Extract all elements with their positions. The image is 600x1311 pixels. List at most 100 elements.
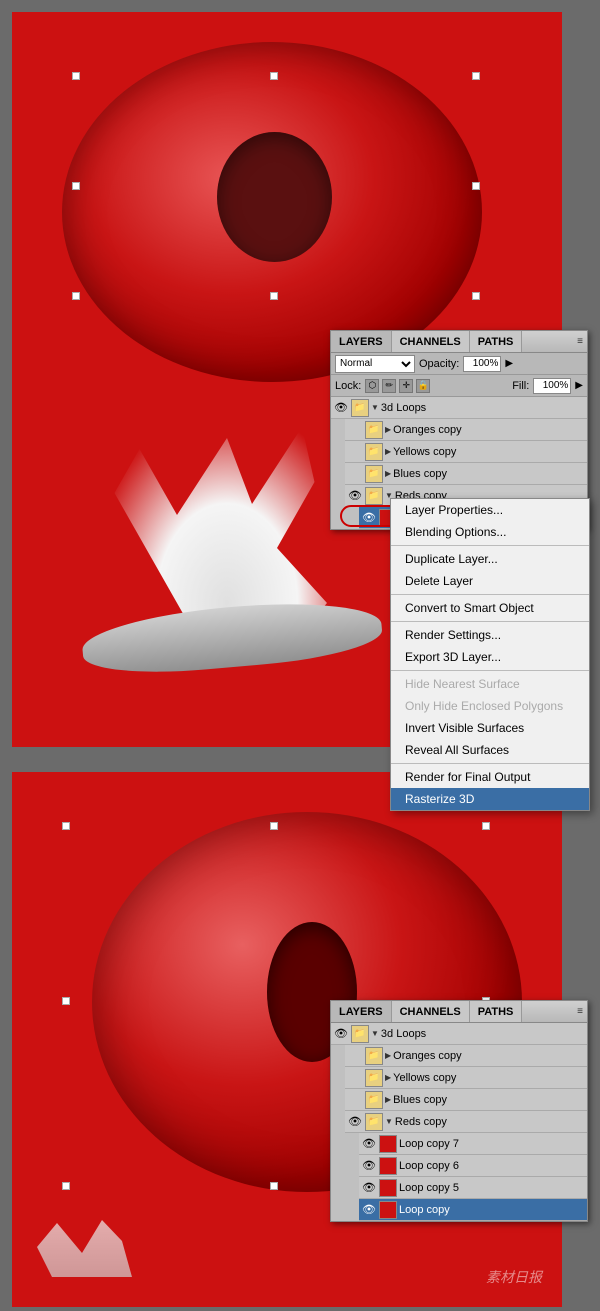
visibility-eye-icon[interactable]: 👁	[361, 1202, 377, 1218]
layers-list-bottom: 👁 📁 ▼ 3d Loops 📁 ▶ Oranges copy 📁 ▶ Yell…	[331, 1023, 587, 1221]
lock-transparent-icon[interactable]: ⬡	[365, 379, 379, 393]
layer-name: Yellows copy	[393, 1072, 587, 1084]
selection-handle[interactable]	[72, 292, 80, 300]
layer-row[interactable]: 📁 ▶ Yellows copy	[345, 1067, 587, 1089]
layer-name: Loop copy 5	[399, 1182, 587, 1194]
visibility-eye-icon[interactable]	[347, 1048, 363, 1064]
tab-channels-bottom[interactable]: CHANNELS	[392, 1001, 470, 1022]
expand-triangle-icon[interactable]: ▶	[385, 447, 391, 456]
selection-handle[interactable]	[472, 72, 480, 80]
layer-row[interactable]: 📁 ▶ Oranges copy	[345, 419, 587, 441]
ctx-duplicate-layer[interactable]: Duplicate Layer...	[391, 548, 589, 570]
ctx-layer-properties[interactable]: Layer Properties...	[391, 499, 589, 521]
expand-triangle-icon[interactable]: ▶	[385, 1095, 391, 1104]
layer-name: Blues copy	[393, 1094, 587, 1106]
ctx-export-3d-layer[interactable]: Export 3D Layer...	[391, 646, 589, 668]
expand-triangle-icon[interactable]: ▼	[371, 403, 379, 412]
selection-handle[interactable]	[472, 292, 480, 300]
visibility-eye-icon[interactable]: 👁	[361, 1136, 377, 1152]
visibility-eye-icon[interactable]: 👁	[361, 1158, 377, 1174]
opacity-input[interactable]	[463, 356, 501, 372]
layer-row[interactable]: 📁 ▶ Blues copy	[345, 1089, 587, 1111]
selection-handle[interactable]	[72, 72, 80, 80]
selection-handle[interactable]	[472, 182, 480, 190]
tab-layers-bottom[interactable]: LAYERS	[331, 1001, 392, 1022]
ctx-convert-smart-object[interactable]: Convert to Smart Object	[391, 597, 589, 619]
layer-name: 3d Loops	[381, 1028, 587, 1040]
layer-thumbnail	[379, 1135, 397, 1153]
lock-all-icon[interactable]: 🔒	[416, 379, 430, 393]
tab-paths[interactable]: PATHS	[470, 331, 523, 352]
fill-arrow[interactable]: ▶	[575, 380, 583, 391]
ctx-separator	[391, 763, 589, 764]
layer-row[interactable]: 📁 ▶ Oranges copy	[345, 1045, 587, 1067]
selection-handle[interactable]	[62, 997, 70, 1005]
visibility-eye-icon[interactable]: 👁	[347, 488, 363, 504]
visibility-eye-icon[interactable]: 👁	[333, 400, 349, 416]
panel-collapse-button[interactable]: ≡	[577, 336, 583, 347]
layer-row[interactable]: 👁 📁 ▼ Reds copy	[345, 1111, 587, 1133]
visibility-eye-icon[interactable]	[347, 466, 363, 482]
context-menu[interactable]: Layer Properties... Blending Options... …	[390, 498, 590, 811]
expand-triangle-icon[interactable]: ▼	[385, 1117, 393, 1126]
ctx-invert-visible-surfaces[interactable]: Invert Visible Surfaces	[391, 717, 589, 739]
tab-channels[interactable]: CHANNELS	[392, 331, 470, 352]
expand-triangle-icon[interactable]: ▶	[385, 469, 391, 478]
panel-header-bottom: LAYERS CHANNELS PATHS ≡	[331, 1001, 587, 1023]
blend-mode-select[interactable]: Normal	[335, 355, 415, 373]
selection-handle[interactable]	[270, 822, 278, 830]
panel-collapse-bottom[interactable]: ≡	[577, 1006, 583, 1017]
visibility-eye-icon[interactable]	[347, 1070, 363, 1086]
expand-triangle-icon[interactable]: ▶	[385, 425, 391, 434]
tab-paths-bottom[interactable]: PATHS	[470, 1001, 523, 1022]
visibility-eye-icon[interactable]: 👁	[361, 1180, 377, 1196]
selection-handle[interactable]	[62, 822, 70, 830]
ctx-rasterize-3d[interactable]: Rasterize 3D	[391, 788, 589, 810]
lock-move-icon[interactable]: ✛	[399, 379, 413, 393]
layer-thumbnail	[379, 1179, 397, 1197]
ctx-delete-layer[interactable]: Delete Layer	[391, 570, 589, 592]
fill-input[interactable]	[533, 378, 571, 394]
layer-row-selected[interactable]: 👁 Loop copy	[359, 1199, 587, 1221]
layer-row[interactable]: 👁 Loop copy 7	[359, 1133, 587, 1155]
layers-panel-bottom: LAYERS CHANNELS PATHS ≡ 👁 📁 ▼ 3d Loops 📁…	[330, 1000, 588, 1222]
selection-handle[interactable]	[270, 72, 278, 80]
ctx-hide-nearest-surface: Hide Nearest Surface	[391, 673, 589, 695]
layer-row[interactable]: 📁 ▶ Yellows copy	[345, 441, 587, 463]
ctx-blending-options[interactable]: Blending Options...	[391, 521, 589, 543]
visibility-eye-icon[interactable]: 👁	[361, 510, 377, 526]
visibility-eye-icon[interactable]: 👁	[333, 1026, 349, 1042]
tab-layers[interactable]: LAYERS	[331, 331, 392, 352]
visibility-eye-icon[interactable]	[347, 444, 363, 460]
visibility-eye-icon[interactable]: 👁	[347, 1114, 363, 1130]
expand-triangle-icon[interactable]: ▼	[371, 1029, 379, 1038]
ctx-render-final[interactable]: Render for Final Output	[391, 766, 589, 788]
milk-splash-small	[32, 1217, 132, 1277]
layer-name: Oranges copy	[393, 424, 587, 436]
ctx-reveal-all-surfaces[interactable]: Reveal All Surfaces	[391, 739, 589, 761]
lock-paint-icon[interactable]: ✏	[382, 379, 396, 393]
opacity-arrow[interactable]: ▶	[505, 358, 513, 369]
layer-name: Loop copy	[399, 1204, 587, 1216]
layer-thumbnail: 📁	[365, 443, 383, 461]
expand-triangle-icon[interactable]: ▶	[385, 1073, 391, 1082]
selection-handle[interactable]	[270, 292, 278, 300]
blend-opacity-row: Normal Opacity: ▶	[331, 353, 587, 375]
ctx-separator	[391, 594, 589, 595]
selection-handle[interactable]	[62, 1182, 70, 1190]
ctx-render-settings[interactable]: Render Settings...	[391, 624, 589, 646]
selection-handle[interactable]	[482, 822, 490, 830]
layer-name: Loop copy 7	[399, 1138, 587, 1150]
visibility-eye-icon[interactable]	[347, 1092, 363, 1108]
visibility-eye-icon[interactable]	[347, 422, 363, 438]
layer-row[interactable]: 👁 Loop copy 5	[359, 1177, 587, 1199]
selection-handle[interactable]	[270, 1182, 278, 1190]
expand-triangle-icon[interactable]: ▶	[385, 1051, 391, 1060]
layer-row[interactable]: 👁 📁 ▼ 3d Loops	[331, 397, 587, 419]
selection-handle[interactable]	[72, 182, 80, 190]
layer-row[interactable]: 👁 Loop copy 6	[359, 1155, 587, 1177]
layer-row[interactable]: 📁 ▶ Blues copy	[345, 463, 587, 485]
ctx-only-hide-enclosed: Only Hide Enclosed Polygons	[391, 695, 589, 717]
layer-row[interactable]: 👁 📁 ▼ 3d Loops	[331, 1023, 587, 1045]
layer-thumbnail: 📁	[365, 1069, 383, 1087]
